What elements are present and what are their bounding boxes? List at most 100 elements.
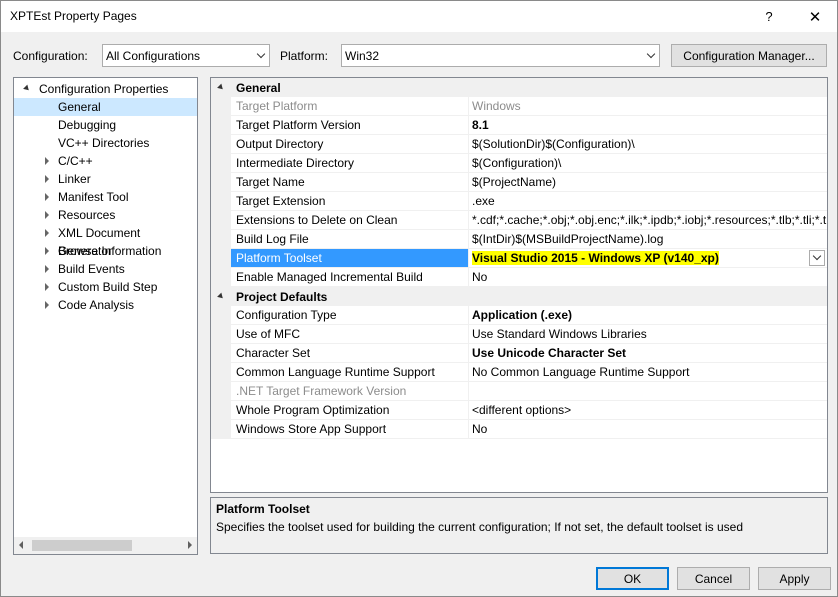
property-row[interactable]: Target Platform Windows <box>211 97 827 116</box>
property-value[interactable]: $(Configuration)\ <box>469 154 827 173</box>
tree-item-build-events[interactable]: Build Events <box>14 260 197 278</box>
property-row[interactable]: Configuration Type Application (.exe) <box>211 306 827 325</box>
configuration-label: Configuration: <box>13 49 88 63</box>
apply-button[interactable]: Apply <box>758 567 831 590</box>
category-label: General <box>236 81 281 95</box>
property-value[interactable] <box>469 382 827 401</box>
property-name[interactable]: Platform Toolset <box>231 249 469 268</box>
property-value[interactable]: Application (.exe) <box>469 306 827 325</box>
property-row[interactable]: Target Extension .exe <box>211 192 827 211</box>
property-value[interactable]: Visual Studio 2015 - Windows XP (v140_xp… <box>469 249 827 268</box>
property-value[interactable]: $(IntDir)$(MSBuildProjectName).log <box>469 230 827 249</box>
tree-item-manifest-tool[interactable]: Manifest Tool <box>14 188 197 206</box>
tree-item-browse-information[interactable]: Browse Information <box>14 242 197 260</box>
tree-item-code-analysis[interactable]: Code Analysis <box>14 296 197 314</box>
property-row[interactable]: Windows Store App Support No <box>211 420 827 439</box>
category-tree[interactable]: Configuration Properties General Debuggin… <box>13 77 198 555</box>
property-name[interactable]: Target Platform <box>231 97 469 116</box>
property-value[interactable]: Use Standard Windows Libraries <box>469 325 827 344</box>
property-value[interactable]: $(SolutionDir)$(Configuration)\ <box>469 135 827 154</box>
property-row[interactable]: Intermediate Directory $(Configuration)\ <box>211 154 827 173</box>
property-row[interactable]: Character Set Use Unicode Character Set <box>211 344 827 363</box>
property-grid[interactable]: General Target Platform Windows Target Plat… <box>210 77 828 493</box>
help-button[interactable]: ? <box>747 1 791 32</box>
tree-item-vc-directories[interactable]: VC++ Directories <box>14 134 197 152</box>
chevron-down-icon <box>642 45 659 66</box>
property-name[interactable]: Output Directory <box>231 135 469 154</box>
tree-item-c-c[interactable]: C/C++ <box>14 152 197 170</box>
property-name[interactable]: Intermediate Directory <box>231 154 469 173</box>
collapsed-arrow-icon[interactable] <box>45 283 49 291</box>
collapsed-arrow-icon[interactable] <box>45 211 49 219</box>
scroll-left-icon[interactable] <box>19 541 23 549</box>
expanded-arrow-icon[interactable] <box>217 83 225 92</box>
property-row[interactable]: Whole Program Optimization <different opt… <box>211 401 827 420</box>
property-row[interactable]: Target Platform Version 8.1 <box>211 116 827 135</box>
category-header[interactable]: Project Defaults <box>211 287 827 306</box>
property-row[interactable]: Use of MFC Use Standard Windows Libraries <box>211 325 827 344</box>
property-value[interactable]: Use Unicode Character Set <box>469 344 827 363</box>
category-header[interactable]: General <box>211 78 827 97</box>
tree-horizontal-scrollbar[interactable] <box>14 537 197 554</box>
property-value[interactable]: $(ProjectName) <box>469 173 827 192</box>
property-name[interactable]: Character Set <box>231 344 469 363</box>
property-value[interactable]: *.cdf;*.cache;*.obj;*.obj.enc;*.ilk;*.ip… <box>469 211 827 230</box>
property-value[interactable]: Windows <box>469 97 827 116</box>
expanded-arrow-icon[interactable] <box>217 292 225 301</box>
close-button[interactable]: ✕ <box>793 1 837 32</box>
property-name[interactable]: Use of MFC <box>231 325 469 344</box>
property-name[interactable]: Windows Store App Support <box>231 420 469 439</box>
property-name[interactable]: .NET Target Framework Version <box>231 382 469 401</box>
expanded-arrow-icon[interactable] <box>23 84 31 93</box>
property-name[interactable]: Target Name <box>231 173 469 192</box>
configuration-dropdown[interactable]: All Configurations <box>102 44 270 67</box>
collapsed-arrow-icon[interactable] <box>45 301 49 309</box>
tree-item-debugging[interactable]: Debugging <box>14 116 197 134</box>
row-gutter <box>211 420 231 439</box>
scrollbar-thumb[interactable] <box>32 540 132 551</box>
property-value[interactable]: No <box>469 268 827 287</box>
property-name[interactable]: Configuration Type <box>231 306 469 325</box>
property-row[interactable]: Common Language Runtime Support No Common… <box>211 363 827 382</box>
property-name[interactable]: Target Extension <box>231 192 469 211</box>
tree-item-linker[interactable]: Linker <box>14 170 197 188</box>
collapsed-arrow-icon[interactable] <box>45 247 49 255</box>
property-row[interactable]: Extensions to Delete on Clean *.cdf;*.cac… <box>211 211 827 230</box>
property-value[interactable]: 8.1 <box>469 116 827 135</box>
tree-item-configuration-properties[interactable]: Configuration Properties <box>14 80 197 98</box>
collapsed-arrow-icon[interactable] <box>45 265 49 273</box>
property-name[interactable]: Common Language Runtime Support <box>231 363 469 382</box>
tree-item-label: Resources <box>58 208 116 222</box>
tree-item-label: Custom Build Step <box>58 280 158 294</box>
cancel-button[interactable]: Cancel <box>677 567 750 590</box>
tree-item-custom-build-step[interactable]: Custom Build Step <box>14 278 197 296</box>
property-row[interactable]: Output Directory $(SolutionDir)$(Configur… <box>211 135 827 154</box>
collapsed-arrow-icon[interactable] <box>45 229 49 237</box>
property-name[interactable]: Enable Managed Incremental Build <box>231 268 469 287</box>
property-name[interactable]: Build Log File <box>231 230 469 249</box>
configuration-manager-button[interactable]: Configuration Manager... <box>671 44 827 67</box>
property-value[interactable]: No Common Language Runtime Support <box>469 363 827 382</box>
window-title: XPTEst Property Pages <box>10 9 137 23</box>
property-name[interactable]: Extensions to Delete on Clean <box>231 211 469 230</box>
collapsed-arrow-icon[interactable] <box>45 193 49 201</box>
property-value[interactable]: .exe <box>469 192 827 211</box>
tree-item-general[interactable]: General <box>14 98 197 116</box>
property-row[interactable]: .NET Target Framework Version <box>211 382 827 401</box>
collapsed-arrow-icon[interactable] <box>45 175 49 183</box>
tree-item-xml-document-generator[interactable]: XML Document Generator <box>14 224 197 258</box>
ok-button[interactable]: OK <box>596 567 669 590</box>
property-name[interactable]: Whole Program Optimization <box>231 401 469 420</box>
property-row[interactable]: Platform Toolset Visual Studio 2015 - Win… <box>211 249 827 268</box>
property-name[interactable]: Target Platform Version <box>231 116 469 135</box>
platform-dropdown[interactable]: Win32 <box>341 44 660 67</box>
property-row[interactable]: Enable Managed Incremental Build No <box>211 268 827 287</box>
property-value[interactable]: <different options> <box>469 401 827 420</box>
tree-item-resources[interactable]: Resources <box>14 206 197 224</box>
property-row[interactable]: Build Log File $(IntDir)$(MSBuildProjectN… <box>211 230 827 249</box>
scroll-right-icon[interactable] <box>188 541 192 549</box>
property-value[interactable]: No <box>469 420 827 439</box>
value-dropdown-button[interactable] <box>809 250 825 266</box>
property-row[interactable]: Target Name $(ProjectName) <box>211 173 827 192</box>
collapsed-arrow-icon[interactable] <box>45 157 49 165</box>
